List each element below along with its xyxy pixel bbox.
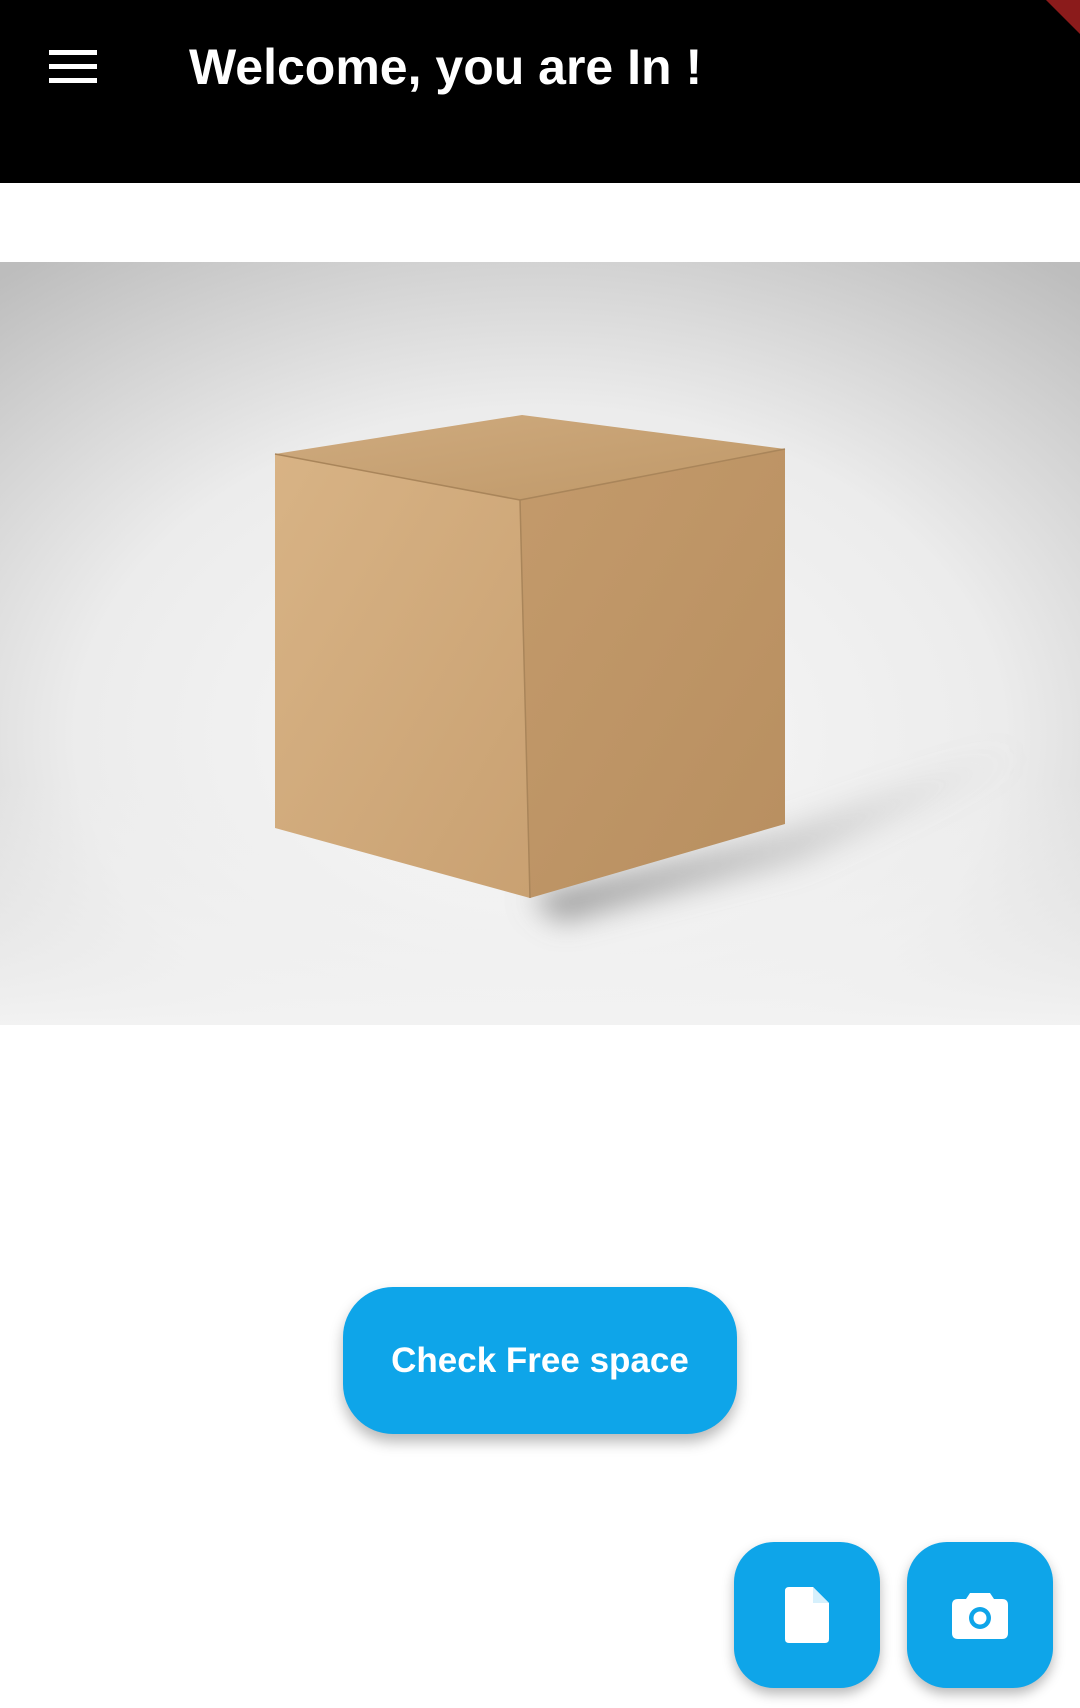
menu-button[interactable] [36, 36, 110, 98]
debug-banner [1046, 0, 1080, 34]
app-bar: Welcome, you are In ! [0, 0, 1080, 183]
page-title: Welcome, you are In ! [189, 39, 703, 95]
file-button[interactable] [734, 1542, 880, 1688]
check-free-space-button[interactable]: Check Free space [343, 1287, 737, 1434]
hamburger-menu-icon [49, 50, 97, 84]
file-icon [785, 1587, 829, 1643]
camera-button[interactable] [907, 1542, 1053, 1688]
box-image [0, 262, 1080, 1025]
camera-icon [952, 1593, 1008, 1639]
